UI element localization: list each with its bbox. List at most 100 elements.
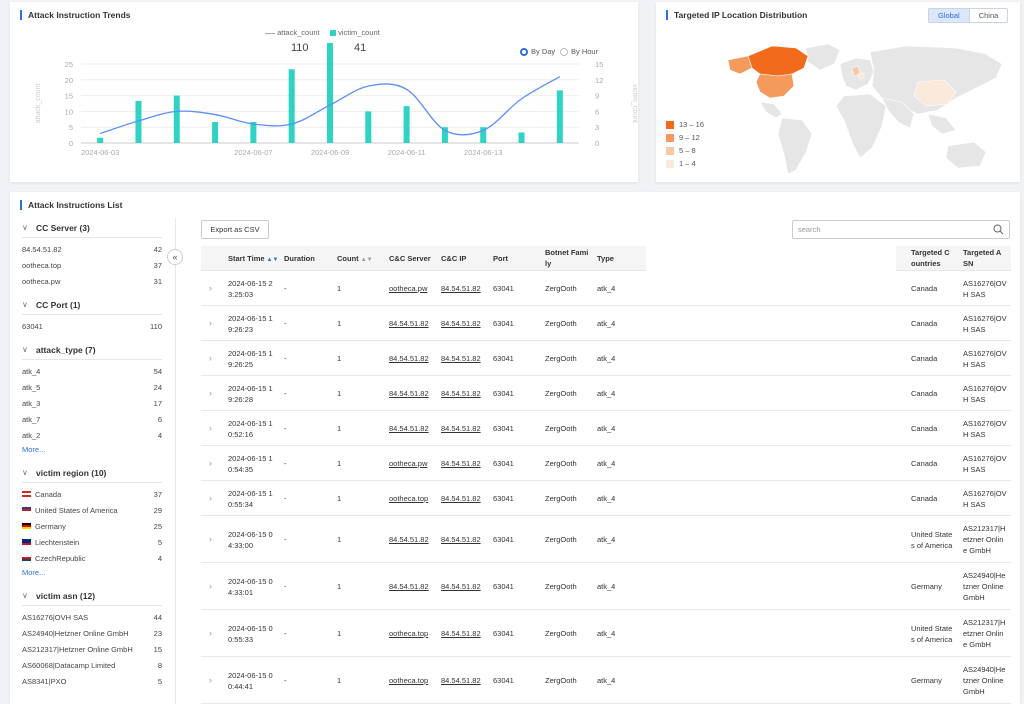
filter-item[interactable]: atk_5 24 — [22, 379, 162, 395]
expand-chevron-icon[interactable]: › — [209, 423, 212, 434]
table-row[interactable]: › 2024-06-15 2 3:25:03 - 1 ootheca.pw 84.54.51… — [201, 271, 1011, 306]
cell-cc-server[interactable]: 84.54.51.82 — [389, 388, 429, 399]
cell-cc-ip[interactable]: 84.54.51.82 — [441, 318, 481, 329]
cell-cc-server[interactable]: 84.54.51.82 — [389, 318, 429, 329]
filter-item[interactable]: atk_7 6 — [22, 411, 162, 427]
sort-icon[interactable]: ▲▼ — [267, 257, 279, 263]
expand-chevron-icon[interactable]: › — [209, 581, 212, 592]
filter-item-count: 4 — [157, 430, 162, 440]
filter-item[interactable]: Canada 37 — [22, 486, 162, 502]
cell-cc-ip[interactable]: 84.54.51.82 — [441, 353, 481, 364]
filter-group-header[interactable]: ∨ victim region (10) — [22, 463, 162, 483]
table-row[interactable]: › 2024-06-15 0 4:33:01 - 1 84.54.51.82 84.54.5… — [201, 563, 1011, 610]
cell-cc-server[interactable]: ootheca.top — [389, 628, 428, 639]
expand-chevron-icon[interactable]: › — [209, 353, 212, 364]
filter-item[interactable]: CzechRepublic 4 — [22, 550, 162, 566]
cell-start-time-line: 0:55:34 — [228, 500, 254, 509]
cell-cc-ip[interactable]: 84.54.51.82 — [441, 388, 481, 399]
cell-targeted-asn-line: H SAS — [963, 360, 986, 369]
expand-chevron-icon[interactable]: › — [209, 388, 212, 399]
col-count[interactable]: Count ▲▼ — [337, 253, 373, 266]
search-icon[interactable] — [993, 224, 1004, 235]
search-input[interactable] — [793, 221, 983, 238]
cell-cc-server[interactable]: ootheca.pw — [389, 458, 427, 469]
world-map[interactable] — [656, 2, 1020, 182]
filter-item[interactable]: ootheca.pw 31 — [22, 273, 162, 289]
expand-chevron-icon[interactable]: › — [209, 493, 212, 504]
swatch-icon — [666, 133, 674, 142]
filter-item-count: 25 — [153, 521, 162, 531]
cell-cc-ip[interactable]: 84.54.51.82 — [441, 458, 481, 469]
filter-item[interactable]: 63041 110 — [22, 318, 162, 334]
map-legend-item[interactable]: 1 – 4 — [666, 157, 704, 170]
cell-cc-server[interactable]: ootheca.top — [389, 493, 428, 504]
cell-targeted-country: Canada — [911, 423, 937, 434]
filter-item[interactable]: Germany 25 — [22, 518, 162, 534]
collapse-panel-button[interactable]: « — [167, 249, 183, 265]
cell-cc-ip[interactable]: 84.54.51.82 — [441, 493, 481, 504]
filter-item[interactable]: atk_2 4 — [22, 427, 162, 443]
expand-chevron-icon[interactable]: › — [209, 318, 212, 329]
more-link[interactable]: More... — [22, 566, 162, 580]
map-legend-item[interactable]: 9 – 12 — [666, 131, 704, 144]
cell-botnet-family: ZergOoth — [545, 494, 577, 503]
cell-cc-ip[interactable]: 84.54.51.82 — [441, 675, 481, 686]
table-row[interactable]: › 2024-06-15 0 0:55:33 - 1 ootheca.top 84.54.5… — [201, 610, 1011, 657]
filter-item[interactable]: atk_3 17 — [22, 395, 162, 411]
table-row[interactable]: › 2024-06-15 1 0:54:35 - 1 ootheca.pw 84.54.51… — [201, 446, 1011, 481]
filter-item[interactable]: atk_4 54 — [22, 363, 162, 379]
filter-group-header[interactable]: ∨ attack_type (7) — [22, 340, 162, 360]
map-legend-item[interactable]: 13 – 16 — [666, 118, 704, 131]
x-tick-label: 2024-06-03 — [81, 148, 119, 157]
filter-group-header[interactable]: ∨ CC Server (3) — [22, 218, 162, 238]
table-row[interactable]: › 2024-06-15 1 0:55:34 - 1 ootheca.top 84.54.5… — [201, 481, 1011, 516]
expand-chevron-icon[interactable]: › — [209, 283, 212, 294]
filter-item[interactable]: AS212317|Hetzner Online GmbH 15 — [22, 641, 162, 657]
filter-item[interactable]: 84.54.51.82 42 — [22, 241, 162, 257]
cell-cc-server[interactable]: ootheca.top — [389, 675, 428, 686]
filter-item[interactable]: Liechtenstein 5 — [22, 534, 162, 550]
cell-cc-server[interactable]: 84.54.51.82 — [389, 353, 429, 364]
cell-cc-ip[interactable]: 84.54.51.82 — [441, 581, 481, 592]
cell-port: 63041 — [493, 582, 514, 591]
cell-duration: - — [284, 424, 287, 433]
more-link[interactable]: More... — [22, 443, 162, 457]
filter-item[interactable]: ootheca.top 37 — [22, 257, 162, 273]
export-csv-button[interactable]: Export as CSV — [201, 220, 269, 239]
table-row[interactable]: › 2024-06-15 1 9:26:28 - 1 84.54.51.82 84.54.5… — [201, 376, 1011, 411]
cell-cc-ip[interactable]: 84.54.51.82 — [441, 283, 481, 294]
cell-cc-server[interactable]: 84.54.51.82 — [389, 534, 429, 545]
filter-group-header[interactable]: ∨ CC Port (1) — [22, 295, 162, 315]
table-row[interactable]: › 2024-06-15 0 0:44:41 - 1 ootheca.top 84.54.5… — [201, 657, 1011, 704]
sort-icon[interactable]: ▲▼ — [361, 257, 373, 263]
table-row[interactable]: › 2024-06-15 1 0:52:16 - 1 84.54.51.82 84.54.5… — [201, 411, 1011, 446]
table-row[interactable]: › 2024-06-15 0 4:33:00 - 1 84.54.51.82 84.54.5… — [201, 516, 1011, 563]
filter-item[interactable]: United States of America 29 — [22, 502, 162, 518]
table-row[interactable]: › 2024-06-15 1 9:26:23 - 1 84.54.51.82 84.54.5… — [201, 306, 1011, 341]
expand-chevron-icon[interactable]: › — [209, 458, 212, 469]
expand-chevron-icon[interactable]: › — [209, 675, 212, 686]
cell-targeted-country-line: Canada — [911, 319, 938, 328]
expand-chevron-icon[interactable]: › — [209, 534, 212, 545]
cell-targeted-asn: AS212317|H etzner Onlin e GmbH — [963, 617, 1005, 650]
expand-chevron-icon[interactable]: › — [209, 628, 212, 639]
col-start-time[interactable]: Start Time ▲▼ — [228, 253, 278, 266]
cell-cc-server[interactable]: 84.54.51.82 — [389, 581, 429, 592]
table-row[interactable]: › 2024-06-15 1 9:26:25 - 1 84.54.51.82 84.54.5… — [201, 341, 1011, 376]
cell-targeted-asn: AS16276|OV H SAS — [963, 453, 1007, 475]
y-tick-right: 9 — [595, 92, 599, 101]
filter-item[interactable]: AS24940|Hetzner Online GmbH 23 — [22, 625, 162, 641]
cell-cc-ip[interactable]: 84.54.51.82 — [441, 423, 481, 434]
map-australia — [945, 141, 987, 169]
filter-group-header[interactable]: ∨ victim asn (12) — [22, 586, 162, 606]
cell-cc-server[interactable]: 84.54.51.82 — [389, 423, 429, 434]
filter-item[interactable]: AS8341|PXO 5 — [22, 673, 162, 689]
cell-cc-ip[interactable]: 84.54.51.82 — [441, 534, 481, 545]
map-legend-item[interactable]: 5 – 8 — [666, 144, 704, 157]
x-tick-label: 2024-06-07 — [234, 148, 272, 157]
cell-targeted-asn-line: H SAS — [963, 430, 986, 439]
cell-cc-ip[interactable]: 84.54.51.82 — [441, 628, 481, 639]
filter-item[interactable]: AS16276|OVH SAS 44 — [22, 609, 162, 625]
cell-cc-server[interactable]: ootheca.pw — [389, 283, 427, 294]
filter-item[interactable]: AS60068|Datacamp Limited 8 — [22, 657, 162, 673]
